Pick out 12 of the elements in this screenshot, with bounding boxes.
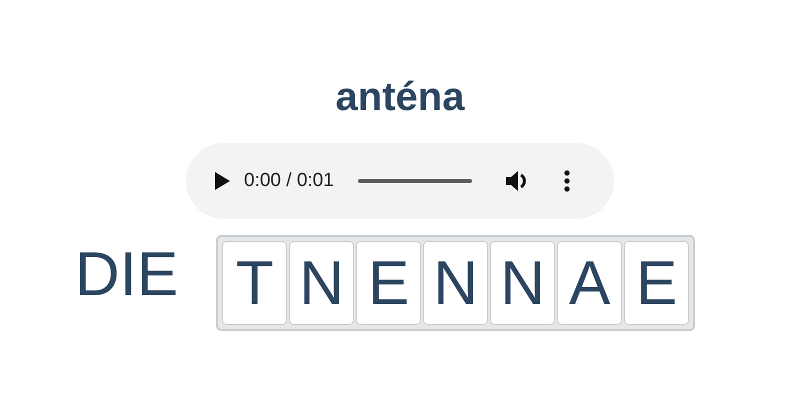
audio-time: 0:00 / 0:01	[244, 170, 334, 192]
letter-tile[interactable]: E	[356, 241, 422, 325]
article-text: DIE	[74, 238, 178, 310]
letter-tile[interactable]: N	[423, 241, 488, 325]
letter-tile[interactable]: N	[289, 241, 354, 325]
letter-tile[interactable]: N	[490, 241, 556, 325]
play-icon[interactable]	[214, 172, 230, 190]
word-title: anténa	[336, 74, 464, 120]
more-options-icon[interactable]	[564, 170, 570, 192]
letter-tile[interactable]: T	[222, 241, 288, 325]
letter-tile[interactable]: A	[557, 241, 622, 325]
letter-tile[interactable]: E	[624, 241, 690, 325]
